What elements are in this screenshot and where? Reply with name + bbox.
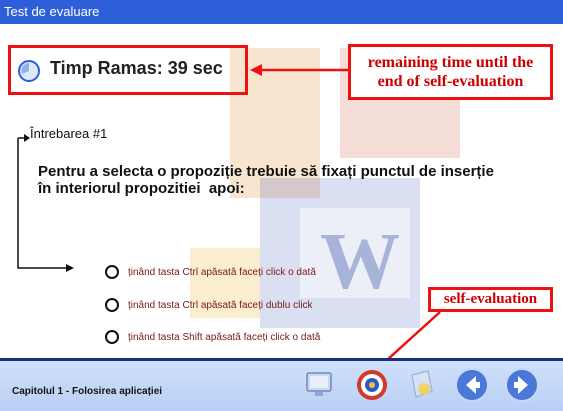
forward-arrow-icon[interactable] [504, 367, 540, 403]
timer-highlight-box [8, 45, 248, 95]
question-text: Pentru a selecta o propoziție trebuie să… [38, 163, 558, 197]
help-icon[interactable] [404, 367, 438, 401]
svg-text:W: W [320, 218, 400, 306]
monitor-icon[interactable] [304, 370, 334, 400]
answer-option-text: ținând tasta Ctrl apăsată faceți click o… [128, 266, 316, 278]
radio-button[interactable] [105, 330, 119, 344]
question-line1: Pentru a selecta o propoziție trebuie să… [38, 163, 494, 180]
timer-annotation-line1: remaining time until the [367, 54, 534, 71]
window-title: Test de evaluare [0, 0, 563, 24]
self-evaluation-annotation: self-evaluation [428, 287, 553, 312]
radio-button[interactable] [105, 298, 119, 312]
back-arrow-icon[interactable] [454, 367, 490, 403]
question-label: Întrebarea #1 [30, 126, 108, 141]
answer-option-text: ținând tasta Ctrl apăsată faceți dublu c… [128, 299, 313, 311]
answer-option-text: ținând tasta Shift apăsată faceți click … [128, 331, 321, 343]
answer-option-3[interactable]: ținând tasta Shift apăsată faceți click … [105, 328, 320, 346]
chapter-title: Capitolul 1 - Folosirea aplicației [12, 386, 163, 397]
timer-annotation-note: remaining time until the end of self-eva… [348, 44, 553, 100]
question-line2: în interiorul propozitiei [38, 180, 201, 197]
question-tail: apoi: [208, 180, 245, 197]
target-icon[interactable] [354, 367, 390, 403]
answer-option-1[interactable]: ținând tasta Ctrl apăsată faceți click o… [105, 263, 316, 281]
radio-button[interactable] [105, 265, 119, 279]
answer-option-2[interactable]: ținând tasta Ctrl apăsată faceți dublu c… [105, 296, 313, 314]
timer-annotation-line2: end of self-evaluation [377, 73, 524, 90]
